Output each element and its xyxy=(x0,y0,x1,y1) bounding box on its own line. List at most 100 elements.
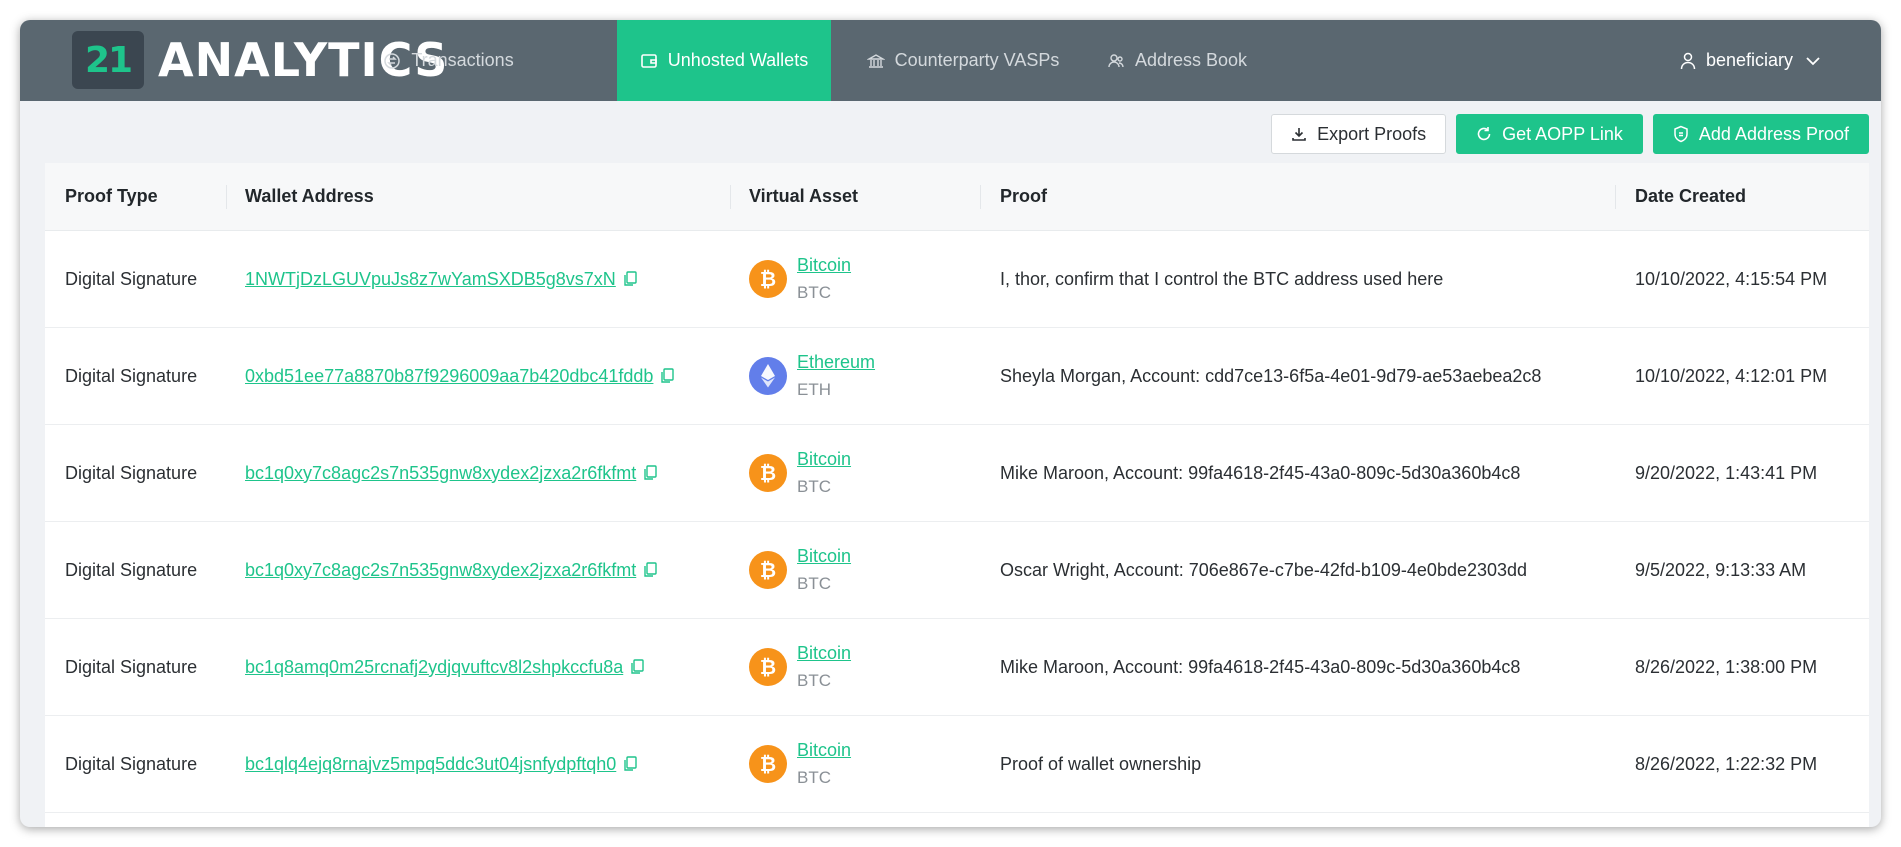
cell-proof-type: Digital Signature xyxy=(65,268,198,289)
table-row[interactable]: Digital Signature 0xbd51ee77a8870b87f929… xyxy=(45,328,1869,425)
asset-symbol: ETH xyxy=(797,380,831,399)
cell-proof: Sheyla Morgan, Account: cdd7ce13-6f5a-4e… xyxy=(1000,365,1542,386)
cell-proof-type: Digital Signature xyxy=(65,559,198,580)
table-row[interactable]: Digital Signature bc1qlq4ejq8rnajvz5mpq5… xyxy=(45,716,1869,813)
wallet-address-link[interactable]: 0xbd51ee77a8870b87f9296009aa7b420dbc41fd… xyxy=(245,366,653,387)
wallet-address-link[interactable]: bc1q8amq0m25rcnafj2ydjqvuftcv8l2shpkccfu… xyxy=(245,657,623,678)
copy-icon[interactable] xyxy=(623,271,637,287)
nav-transactions-label: Transactions xyxy=(411,50,514,70)
top-navigation-bar: 21 ANALYTICS Transactions Unhosted Walle… xyxy=(20,20,1881,101)
cell-proof-type: Digital Signature xyxy=(65,753,198,774)
cell-date-created: 9/20/2022, 1:43:41 PM xyxy=(1635,462,1818,483)
app-window: 21 ANALYTICS Transactions Unhosted Walle… xyxy=(20,20,1881,827)
add-address-proof-button[interactable]: Add Address Proof xyxy=(1652,114,1869,154)
wallet-address-link[interactable]: bc1qlq4ejq8rnajvz5mpq5ddc3ut04jsnfydpftq… xyxy=(245,754,616,775)
virtual-asset: Ethereum ETH xyxy=(749,349,875,403)
cell-proof: Mike Maroon, Account: 99fa4618-2f45-43a0… xyxy=(1000,462,1521,483)
table-row[interactable]: Digital Signature bc1q0xy7c8agc2s7n535gn… xyxy=(45,425,1869,522)
wallet-address-link[interactable]: bc1q0xy7c8agc2s7n535gnw8xydex2jzxa2r6fkf… xyxy=(245,463,636,484)
bitcoin-icon: ₿ xyxy=(749,551,787,589)
virtual-asset: ₿ Bitcoin BTC xyxy=(749,737,851,791)
asset-name-link[interactable]: Ethereum xyxy=(797,349,875,376)
copy-icon[interactable] xyxy=(660,368,675,384)
cell-proof: Proof of wallet ownership xyxy=(1000,753,1202,774)
nav-address-book[interactable]: Address Book xyxy=(1094,20,1260,101)
shield-icon xyxy=(1674,125,1688,143)
svg-text:₿: ₿ xyxy=(760,461,776,485)
header-wallet-address[interactable]: Wallet Address xyxy=(245,163,374,230)
chevron-down-icon xyxy=(1806,56,1820,65)
nav-counterparty-vasps[interactable]: Counterparty VASPs xyxy=(854,20,1072,101)
asset-name-link[interactable]: Bitcoin xyxy=(797,737,851,764)
bitcoin-icon: ₿ xyxy=(749,454,787,492)
toolbar-actions: Export Proofs Get AOPP Link Add Address … xyxy=(1271,114,1869,154)
export-proofs-button[interactable]: Export Proofs xyxy=(1271,114,1447,154)
svg-text:₿: ₿ xyxy=(760,558,776,582)
cell-proof-type: Digital Signature xyxy=(65,656,198,677)
header-virtual-asset[interactable]: Virtual Asset xyxy=(749,163,858,230)
svg-text:₿: ₿ xyxy=(760,655,776,679)
header-divider xyxy=(980,185,981,209)
copy-icon[interactable] xyxy=(643,465,657,481)
header-proof[interactable]: Proof xyxy=(1000,163,1047,230)
refresh-icon xyxy=(1477,127,1491,141)
asset-name-link[interactable]: Bitcoin xyxy=(797,543,851,570)
copy-icon[interactable] xyxy=(643,562,657,578)
cell-proof-type: Digital Signature xyxy=(65,365,198,386)
nav-transactions[interactable]: Transactions xyxy=(368,20,529,101)
user-icon xyxy=(1680,52,1696,69)
proofs-table: Proof Type Wallet Address Virtual Asset … xyxy=(45,163,1869,827)
export-proofs-label: Export Proofs xyxy=(1317,123,1427,144)
cell-date-created: 10/10/2022, 4:12:01 PM xyxy=(1635,365,1828,386)
cell-date-created: 10/10/2022, 4:15:54 PM xyxy=(1635,268,1828,289)
nav-address-book-label: Address Book xyxy=(1134,50,1248,70)
table-header: Proof Type Wallet Address Virtual Asset … xyxy=(45,163,1869,231)
header-divider xyxy=(1615,185,1616,209)
transactions-icon xyxy=(384,52,401,69)
wallet-address-link[interactable]: 1NWTjDzLGUVpuJs8z7wYamSXDB5g8vs7xN xyxy=(245,269,616,290)
asset-symbol: BTC xyxy=(797,283,831,302)
header-proof-type[interactable]: Proof Type xyxy=(65,163,158,230)
table-row[interactable]: Digital Signature bc1q8amq0m25rcnafj2ydj… xyxy=(45,619,1869,716)
asset-name-link[interactable]: Bitcoin xyxy=(797,446,851,473)
get-aopp-link-button[interactable]: Get AOPP Link xyxy=(1456,114,1643,154)
cell-proof: Mike Maroon, Account: 99fa4618-2f45-43a0… xyxy=(1000,656,1521,677)
virtual-asset: ₿ Bitcoin BTC xyxy=(749,446,851,500)
ethereum-icon xyxy=(749,357,787,395)
asset-symbol: BTC xyxy=(797,768,831,787)
logo-mark: 21 xyxy=(72,31,144,89)
copy-icon[interactable] xyxy=(630,659,644,675)
nav-counterparty-vasps-label: Counterparty VASPs xyxy=(894,50,1060,70)
nav-unhosted-wallets-label: Unhosted Wallets xyxy=(667,50,809,70)
nav-unhosted-wallets[interactable]: Unhosted Wallets xyxy=(617,20,831,101)
table-row[interactable]: Digital Signature 1NWTjDzLGUVpuJs8z7wYam… xyxy=(45,231,1869,328)
table-row[interactable]: Digital Signature bc1q0xy7c8agc2s7n535gn… xyxy=(45,522,1869,619)
get-aopp-link-label: Get AOPP Link xyxy=(1502,123,1623,144)
asset-name-link[interactable]: Bitcoin xyxy=(797,252,851,279)
cell-proof: I, thor, confirm that I control the BTC … xyxy=(1000,268,1444,289)
copy-icon[interactable] xyxy=(623,756,637,772)
asset-symbol: BTC xyxy=(797,477,831,496)
wallet-address-link[interactable]: bc1q0xy7c8agc2s7n535gnw8xydex2jzxa2r6fkf… xyxy=(245,560,636,581)
user-menu[interactable]: beneficiary xyxy=(1680,20,1821,101)
cell-proof-type: Digital Signature xyxy=(65,462,198,483)
virtual-asset: ₿ Bitcoin BTC xyxy=(749,543,851,597)
user-name: beneficiary xyxy=(1705,50,1793,70)
header-divider xyxy=(226,185,227,209)
header-date-created[interactable]: Date Created xyxy=(1635,163,1746,230)
cell-proof: Oscar Wright, Account: 706e867e-c7be-42f… xyxy=(1000,559,1528,580)
asset-symbol: BTC xyxy=(797,671,831,690)
virtual-asset: ₿ Bitcoin BTC xyxy=(749,252,851,306)
asset-symbol: BTC xyxy=(797,574,831,593)
add-address-proof-label: Add Address Proof xyxy=(1698,123,1849,144)
asset-name-link[interactable]: Bitcoin xyxy=(797,640,851,667)
cell-date-created: 8/26/2022, 1:22:32 PM xyxy=(1635,753,1818,774)
bank-icon xyxy=(866,53,885,68)
bitcoin-icon: ₿ xyxy=(749,260,787,298)
svg-text:₿: ₿ xyxy=(760,267,776,291)
download-icon xyxy=(1292,128,1306,141)
bitcoin-icon: ₿ xyxy=(749,648,787,686)
svg-text:₿: ₿ xyxy=(760,752,776,776)
bitcoin-icon: ₿ xyxy=(749,745,787,783)
wallet-icon xyxy=(640,53,657,68)
